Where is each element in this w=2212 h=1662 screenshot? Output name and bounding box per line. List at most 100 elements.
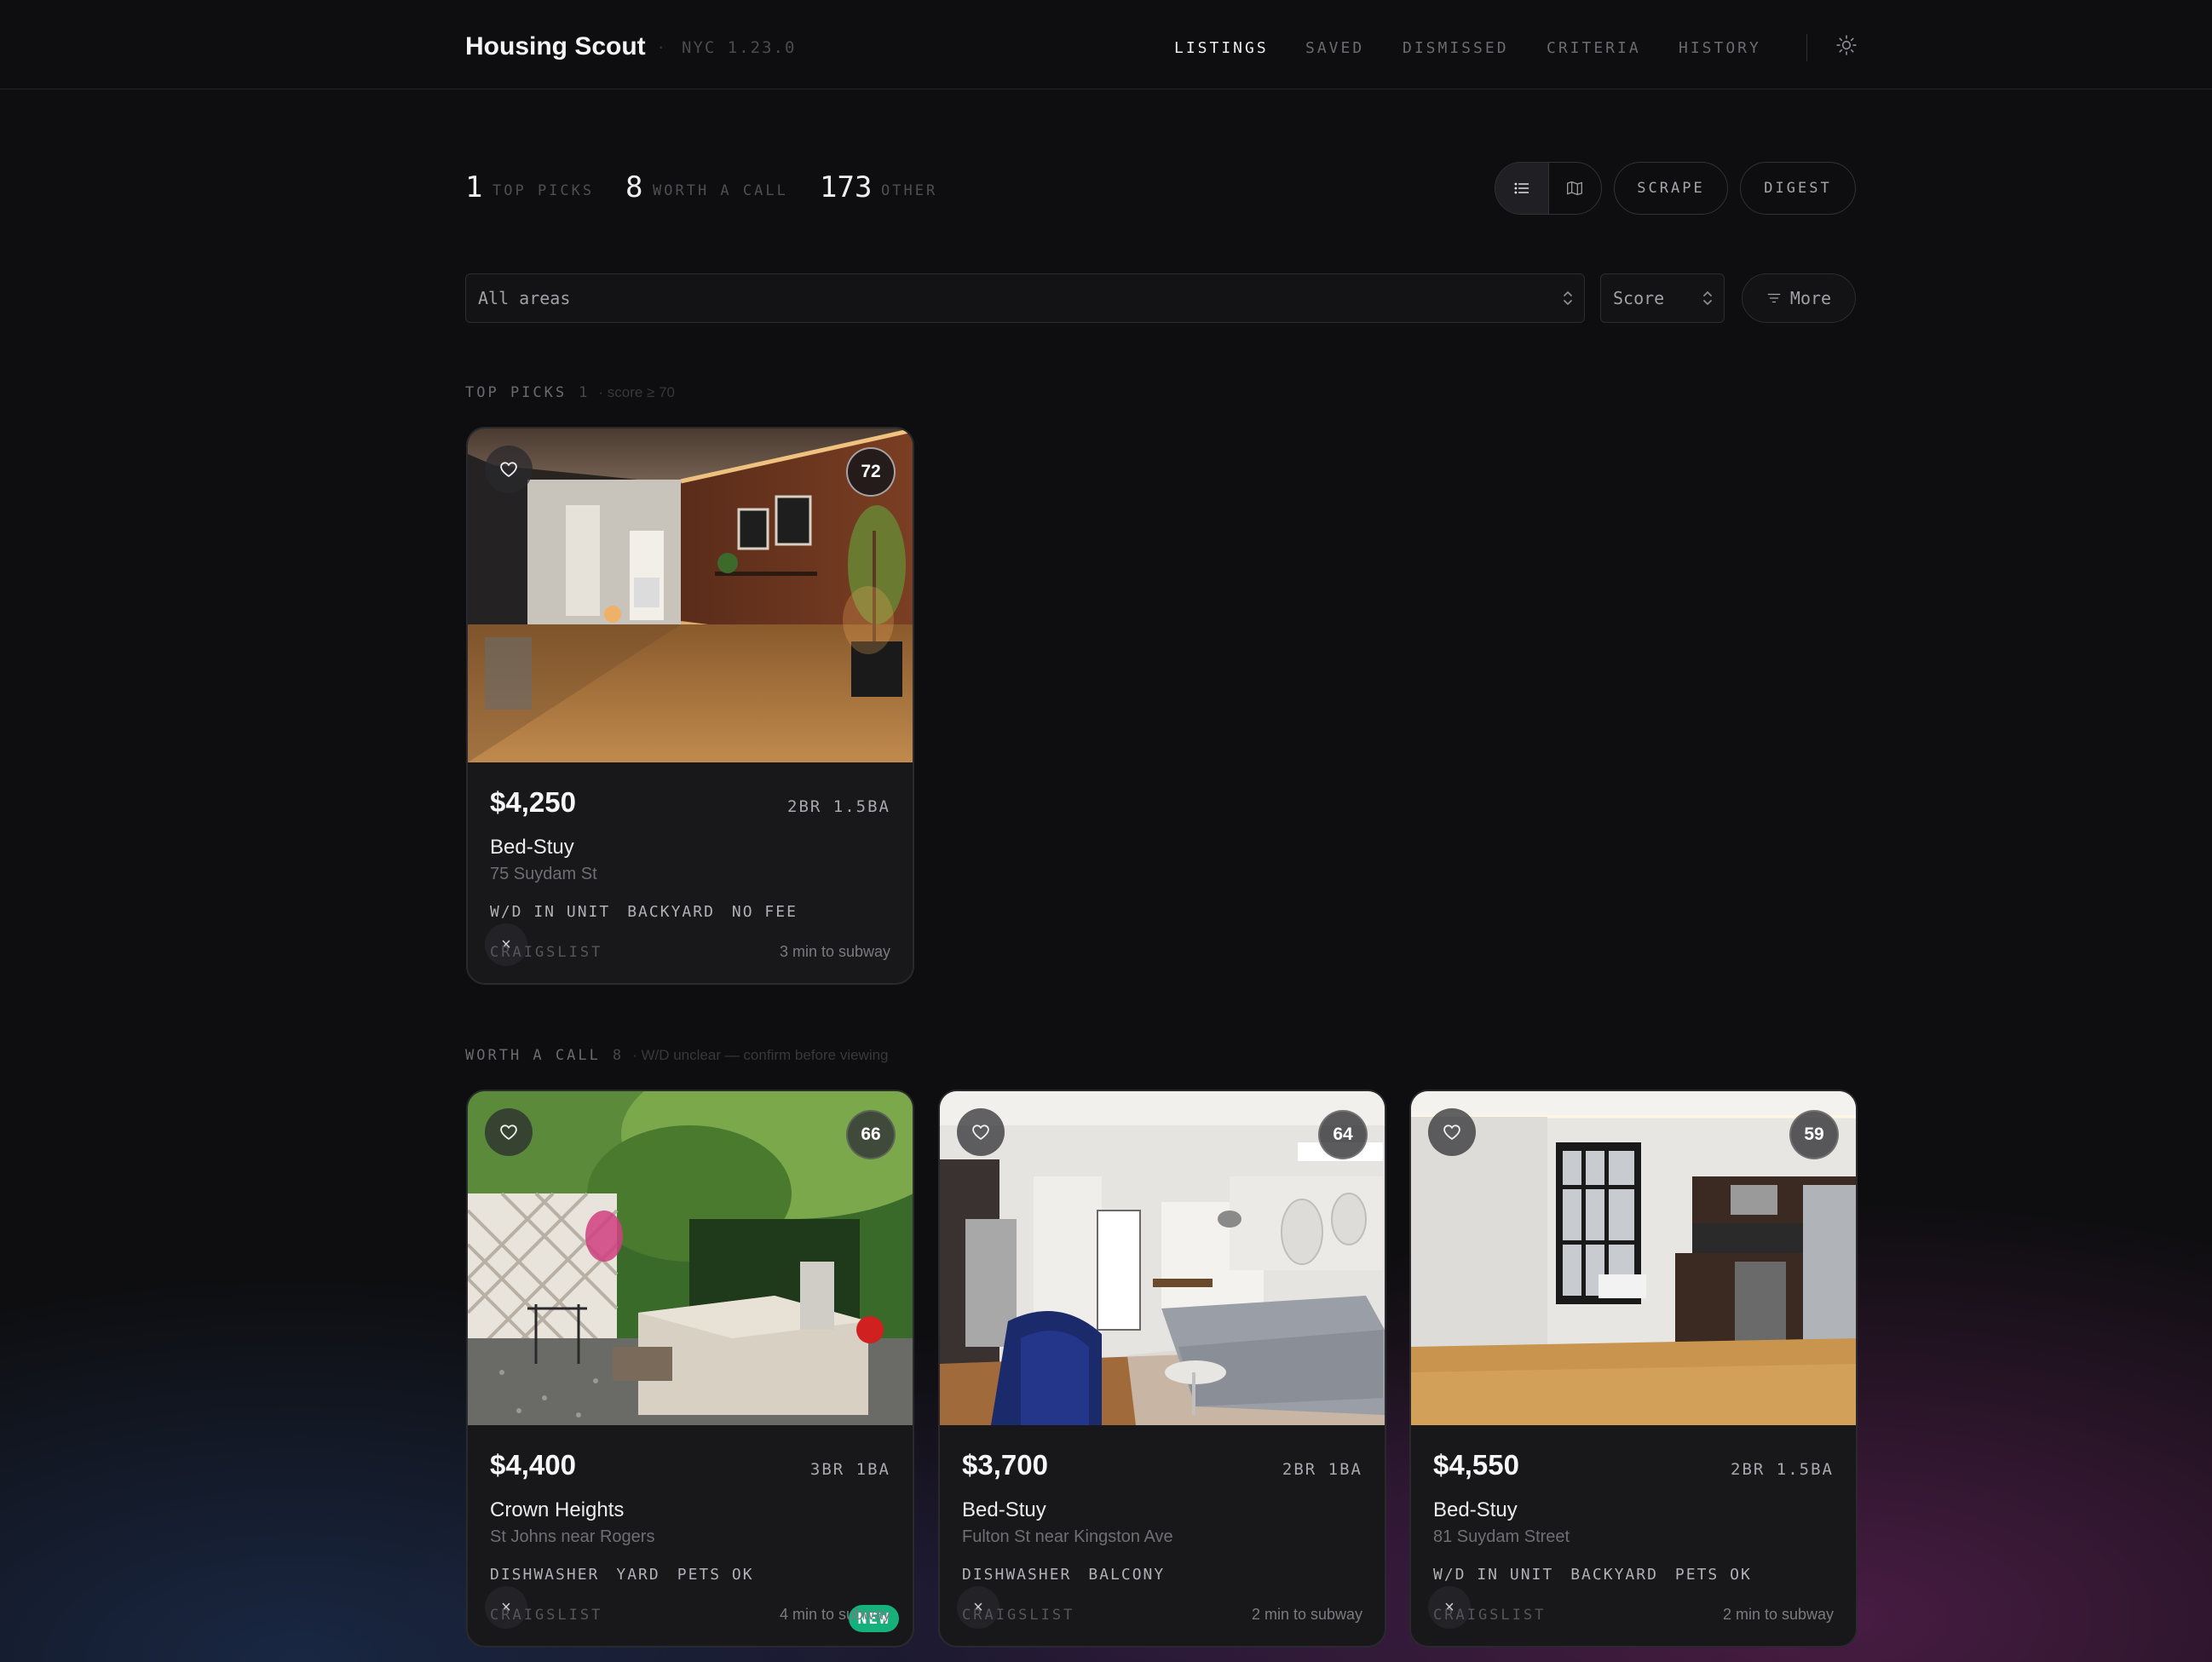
title-separator: ·	[658, 36, 665, 57]
score-badge: 72	[846, 447, 896, 497]
section-count: 8	[612, 1047, 623, 1064]
section-worth-a-call: WORTH A CALL 8 · W/D unclear — confirm bef…	[465, 1047, 889, 1064]
tag: YARD	[616, 1566, 660, 1584]
more-filters-button[interactable]: More	[1742, 273, 1856, 323]
listing-card[interactable]: 64 × $3,700 2BR 1BA Bed-Stuy Fulton St n…	[938, 1090, 1386, 1648]
top-bar: Housing Scout · NYC 1.23.0 LISTINGS SAVE…	[0, 0, 2212, 89]
top-picks-count: 1	[465, 170, 483, 204]
tag: BACKYARD	[1570, 1566, 1658, 1584]
map-view-button[interactable]	[1547, 163, 1601, 214]
filter-icon	[1766, 290, 1782, 306]
listing-commute: 4 min to subway	[779, 1606, 890, 1623]
listing-beds: 3BR 1BA	[809, 1460, 890, 1479]
sun-icon[interactable]	[1835, 34, 1858, 56]
nav-saved[interactable]: SAVED	[1305, 39, 1364, 57]
listing-photo[interactable]	[1411, 1091, 1856, 1425]
score-badge: 64	[1318, 1110, 1368, 1159]
section-count: 1	[579, 384, 589, 401]
area-select-value: All areas	[478, 288, 571, 308]
chevron-updown-icon	[1702, 288, 1714, 308]
section-note: · W/D unclear — confirm before viewing	[632, 1047, 889, 1063]
tag: PETS OK	[1674, 1566, 1752, 1584]
listing-beds: 2BR 1.5BA	[787, 797, 890, 816]
listing-source[interactable]: CRAIGSLIST	[962, 1607, 1074, 1624]
listing-card[interactable]: 59 × $4,550 2BR 1.5BA Bed-Stuy 81 Suydam…	[1409, 1090, 1858, 1648]
save-button[interactable]	[957, 1108, 1005, 1156]
listing-source[interactable]: CRAIGSLIST	[490, 944, 602, 961]
digest-button[interactable]: DIGEST	[1740, 162, 1856, 215]
nav-history[interactable]: HISTORY	[1679, 39, 1761, 57]
heart-icon	[498, 1122, 519, 1142]
listing-beds: 2BR 1BA	[1282, 1460, 1362, 1479]
listing-neighborhood: Bed-Stuy	[1433, 1498, 1518, 1521]
listing-neighborhood: Crown Heights	[490, 1498, 625, 1521]
score-badge: 66	[846, 1110, 896, 1159]
heart-icon	[971, 1122, 991, 1142]
tag: PETS OK	[677, 1566, 754, 1584]
listing-photo[interactable]	[940, 1091, 1385, 1425]
tag: BALCONY	[1088, 1566, 1166, 1584]
section-title: TOP PICKS	[465, 384, 567, 401]
other-label: OTHER	[881, 182, 938, 199]
app-title[interactable]: Housing Scout	[465, 32, 646, 61]
listing-address: 81 Suydam Street	[1433, 1527, 1570, 1546]
tag: BACKYARD	[627, 903, 715, 921]
listing-tags: W/D IN UNIT BACKYARD NO FEE	[490, 903, 798, 921]
listing-beds: 2BR 1.5BA	[1731, 1460, 1834, 1479]
heart-icon	[498, 459, 519, 480]
listing-tags: DISHWASHER YARD PETS OK	[490, 1566, 754, 1584]
section-note: · score ≥ 70	[598, 384, 676, 400]
tag: DISHWASHER	[962, 1566, 1072, 1584]
listing-photo[interactable]	[468, 1091, 913, 1425]
chevron-updown-icon	[1562, 288, 1574, 308]
tag: W/D IN UNIT	[1433, 1566, 1554, 1584]
worth-a-call-count: 8	[625, 170, 643, 204]
view-toggle	[1495, 162, 1602, 215]
listing-source[interactable]: CRAIGSLIST	[490, 1607, 602, 1624]
listing-address: 75 Suydam St	[490, 865, 597, 883]
tag: W/D IN UNIT	[490, 903, 611, 921]
tag: DISHWASHER	[490, 1566, 600, 1584]
area-select[interactable]: All areas	[465, 273, 1585, 323]
listing-card[interactable]: 72 × $4,250 2BR 1.5BA Bed-Stuy 75 Suydam…	[466, 427, 914, 985]
more-filters-label: More	[1789, 288, 1832, 308]
save-button[interactable]	[1428, 1108, 1476, 1156]
listing-commute: 2 min to subway	[1251, 1606, 1362, 1623]
listing-tags: W/D IN UNIT BACKYARD PETS OK	[1433, 1566, 1752, 1584]
save-button[interactable]	[485, 446, 533, 493]
nav-criteria[interactable]: CRITERIA	[1547, 39, 1641, 57]
heart-icon	[1442, 1122, 1462, 1142]
nav-listings[interactable]: LISTINGS	[1174, 39, 1269, 57]
listing-address: St Johns near Rogers	[490, 1527, 655, 1546]
save-button[interactable]	[485, 1108, 533, 1156]
score-badge: 59	[1789, 1110, 1839, 1159]
listing-commute: 3 min to subway	[779, 943, 890, 960]
section-top-picks: TOP PICKS 1 · score ≥ 70	[465, 384, 675, 401]
scrape-button[interactable]: SCRAPE	[1614, 162, 1728, 215]
listing-price: $4,250	[490, 786, 576, 818]
list-icon	[1513, 180, 1530, 197]
nav-dismissed[interactable]: DISMISSED	[1403, 39, 1509, 57]
listing-neighborhood: Bed-Stuy	[962, 1498, 1046, 1521]
list-view-button[interactable]	[1495, 163, 1548, 214]
map-icon	[1566, 180, 1583, 197]
listing-price: $4,550	[1433, 1449, 1519, 1481]
listing-card[interactable]: 66 × NEW $4,400 3BR 1BA Crown Heights St…	[466, 1090, 914, 1648]
worth-a-call-label: WORTH A CALL	[653, 182, 788, 199]
section-title: WORTH A CALL	[465, 1047, 601, 1064]
tag: NO FEE	[731, 903, 798, 921]
listing-tags: DISHWASHER BALCONY	[962, 1566, 1165, 1584]
top-picks-label: TOP PICKS	[493, 182, 595, 199]
listing-commute: 2 min to subway	[1722, 1606, 1834, 1623]
listing-neighborhood: Bed-Stuy	[490, 836, 574, 859]
other-count: 173	[820, 170, 873, 204]
nav-divider	[1806, 34, 1807, 61]
sort-select-value: Score	[1613, 288, 1665, 308]
app-version: NYC 1.23.0	[682, 38, 797, 57]
listing-source[interactable]: CRAIGSLIST	[1433, 1607, 1546, 1624]
listing-price: $4,400	[490, 1449, 576, 1481]
sort-select[interactable]: Score	[1600, 273, 1725, 323]
listing-photo[interactable]	[468, 428, 913, 762]
listing-price: $3,700	[962, 1449, 1048, 1481]
listing-address: Fulton St near Kingston Ave	[962, 1527, 1173, 1546]
